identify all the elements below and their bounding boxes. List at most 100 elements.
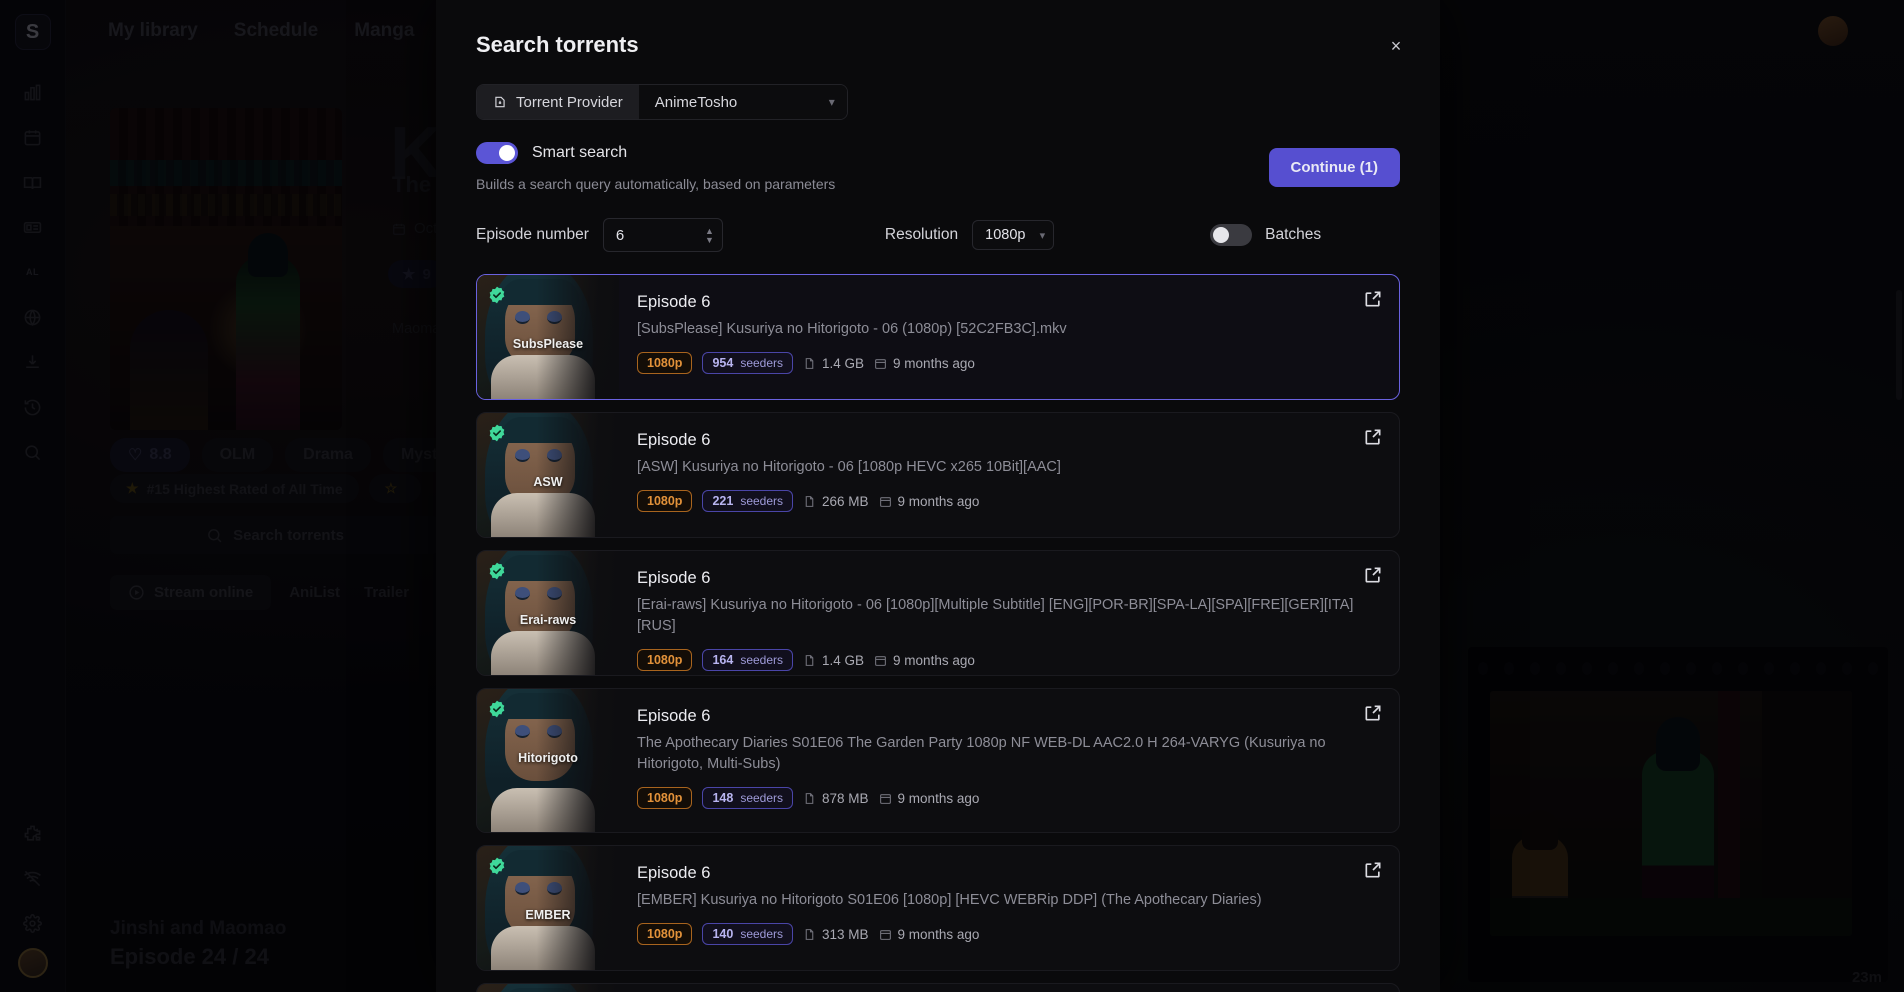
seeders-word: seeders — [740, 356, 784, 371]
result-details: Episode 6 [Erai-raws] Kusuriya no Hitori… — [619, 551, 1399, 675]
upload-age: 9 months ago — [874, 356, 975, 371]
chevron-down-icon: ▾ — [828, 95, 835, 109]
table-row[interactable]: SubsPlease Episode 6 [SubsPlease] Kusuri… — [476, 274, 1400, 400]
verified-icon — [487, 285, 507, 305]
file-size-text: 1.4 GB — [822, 652, 865, 668]
seeders-word: seeders — [740, 494, 784, 509]
file-size-text: 313 MB — [822, 926, 869, 942]
batches-label: Batches — [1265, 226, 1322, 243]
result-filename: [ASW] Kusuriya no Hitorigoto - 06 [1080p… — [637, 459, 1061, 475]
result-details: Episode 6 [SubsPlease] Kusuriya no Hitor… — [619, 275, 1399, 399]
resolution-badge: 1080p — [637, 649, 693, 672]
result-meta: 1080p 148 seeders 878 MB 9 months ago — [637, 787, 1399, 810]
calendar-icon — [874, 357, 887, 370]
upload-age: 9 months ago — [879, 494, 979, 509]
resolution-label: Resolution — [884, 226, 959, 243]
smart-search-hint: Builds a search query automatically, bas… — [476, 176, 836, 192]
file-size-text: 1.4 GB — [822, 355, 865, 371]
table-row[interactable]: ASW Episode 6 [ASW] Kusuriya no Hitorigo… — [476, 412, 1400, 538]
verified-icon — [487, 423, 507, 443]
external-link-icon[interactable] — [1363, 427, 1383, 447]
resolution-select[interactable]: 1080p ▾ — [972, 220, 1055, 250]
seeders-count: 164 — [712, 653, 734, 668]
calendar-icon — [879, 792, 892, 805]
resolution-block: Resolution 1080p ▾ — [884, 220, 1055, 250]
chevron-down-icon: ▾ — [1039, 229, 1046, 242]
external-link-icon[interactable] — [1363, 289, 1383, 309]
file-icon — [803, 928, 816, 941]
episode-number-label: Episode number — [476, 226, 589, 243]
file-size-text: 266 MB — [822, 493, 869, 509]
torrent-provider-group: Torrent Provider AnimeTosho ▾ — [476, 84, 848, 120]
seeders-word: seeders — [740, 653, 784, 668]
file-size: 266 MB — [803, 494, 869, 509]
result-episode: Episode 6 — [637, 293, 711, 311]
search-torrents-modal: Search torrents × Torrent Provider Anime… — [436, 0, 1440, 992]
smart-search-toggle[interactable] — [476, 142, 518, 164]
batches-toggle[interactable] — [1210, 224, 1253, 246]
external-link-icon[interactable] — [1363, 703, 1383, 723]
close-icon[interactable]: × — [1380, 30, 1412, 62]
torrent-provider-label: Torrent Provider — [477, 85, 639, 119]
table-row[interactable]: Hitorigoto Episode 6 The Apothecary Diar… — [476, 688, 1400, 833]
seeders-count: 148 — [712, 791, 734, 806]
external-link-icon[interactable] — [1363, 565, 1383, 585]
episode-number-input[interactable] — [615, 226, 705, 244]
result-details: Episode 6 [ASW] Kusuriya no Hitorigoto -… — [619, 413, 1399, 537]
upload-age-text: 9 months ago — [893, 355, 975, 371]
file-icon — [803, 495, 816, 508]
verified-icon — [487, 856, 507, 876]
provider-name: Hitorigoto — [518, 751, 578, 765]
modal-title: Search torrents — [476, 32, 639, 57]
episode-number-stepper[interactable]: ▲ ▼ — [705, 226, 714, 244]
result-episode: Episode 6 — [637, 569, 711, 587]
result-meta: 1080p 164 seeders 1.4 GB 9 months ago — [637, 649, 1399, 672]
result-filename: [EMBER] Kusuriya no Hitorigoto S01E06 [1… — [637, 892, 1262, 908]
result-details: Episode 6 [LostYears] The Apothecary Dia… — [619, 984, 1399, 992]
external-link-icon[interactable] — [1363, 860, 1383, 880]
result-artwork: Hitorigoto — [477, 689, 619, 832]
provider-value: AnimeTosho — [654, 93, 738, 111]
seeders-badge: 140 seeders — [702, 923, 794, 946]
upload-age: 9 months ago — [874, 653, 975, 668]
result-meta: 1080p 221 seeders 266 MB 9 months ago — [637, 490, 1399, 513]
result-artwork: Erai-raws — [477, 551, 619, 675]
upload-age: 9 months ago — [879, 927, 979, 942]
table-row[interactable]: LostYears Episode 6 [LostYears] The Apot… — [476, 983, 1400, 992]
seeders-word: seeders — [740, 791, 784, 806]
episode-number-field[interactable]: ▲ ▼ — [602, 218, 723, 252]
file-size: 313 MB — [803, 927, 869, 942]
upload-age-text: 9 months ago — [893, 652, 975, 668]
provider-name: Erai-raws — [519, 613, 577, 627]
stepper-up-icon[interactable]: ▲ — [705, 226, 714, 235]
result-artwork: EMBER — [477, 846, 619, 970]
stepper-down-icon[interactable]: ▼ — [705, 235, 714, 244]
seeders-count: 140 — [712, 927, 734, 942]
seeders-count: 954 — [712, 356, 734, 371]
calendar-icon — [874, 654, 887, 667]
upload-age: 9 months ago — [879, 790, 980, 806]
search-params-row: Episode number ▲ ▼ Resolution 1080p ▾ — [476, 218, 1400, 252]
result-episode: Episode 6 — [637, 431, 711, 449]
torrent-provider-select[interactable]: AnimeTosho ▾ — [638, 85, 847, 119]
smart-search-label: Smart search — [532, 144, 628, 161]
verified-icon — [487, 699, 507, 719]
batches-block: Batches — [1210, 224, 1321, 246]
result-filename: The Apothecary Diaries S01E06 The Garden… — [637, 735, 1326, 773]
upload-age-text: 9 months ago — [897, 790, 980, 806]
seeders-badge: 164 seeders — [702, 649, 794, 672]
table-row[interactable]: Erai-raws Episode 6 [Erai-raws] Kusuriya… — [476, 550, 1400, 676]
resolution-badge: 1080p — [637, 490, 693, 513]
modal-header: Search torrents × — [436, 0, 1440, 58]
provider-name: ASW — [533, 475, 563, 489]
provider-name: SubsPlease — [512, 337, 584, 351]
seeders-badge: 148 seeders — [702, 787, 794, 810]
result-artwork: ASW — [477, 413, 619, 537]
result-artwork: LostYears — [477, 984, 619, 992]
resolution-badge: 1080p — [637, 352, 693, 375]
result-details: Episode 6 The Apothecary Diaries S01E06 … — [619, 689, 1399, 832]
smart-search-row: Smart search — [476, 142, 1400, 164]
table-row[interactable]: EMBER Episode 6 [EMBER] Kusuriya no Hito… — [476, 845, 1400, 971]
continue-button[interactable]: Continue (1) — [1268, 148, 1400, 187]
file-size: 1.4 GB — [803, 356, 864, 371]
